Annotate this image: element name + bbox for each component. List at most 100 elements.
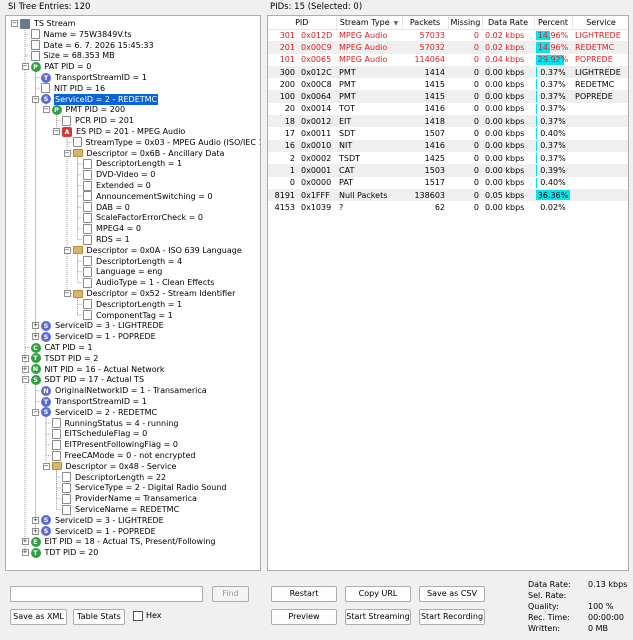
tree-node[interactable]: Descriptor = 0x6B - Ancillary Data	[72, 148, 226, 159]
collapse-icon[interactable]: −	[42, 462, 50, 470]
collapse-icon[interactable]: −	[32, 408, 39, 416]
tree-node[interactable]: T TSDT PID = 2	[30, 353, 100, 364]
hex-checkbox[interactable]	[133, 611, 143, 621]
tree-node[interactable]: Size = 68.353 MB	[30, 50, 116, 61]
save-as-csv-button[interactable]: Save as CSV	[419, 586, 485, 602]
tree-node[interactable]: ComponentTag = 1	[83, 310, 174, 321]
tree-node[interactable]: ProviderName = Transamerica	[62, 493, 198, 504]
table-row[interactable]: 4153 0x1039? 62 0 0.00 kbps 0.02%	[268, 201, 628, 213]
tree-node[interactable]: N OriginalNetworkID = 1 - Transamerica	[41, 385, 208, 396]
col-header-packets[interactable]: Packets	[402, 16, 449, 30]
tree-node[interactable]: N NIT PID = 16 - Actual Network	[30, 364, 166, 375]
si-tree[interactable]: TS Stream − Name = 75W3849V.ts Date = 6. 7.…	[5, 15, 261, 571]
expand-icon[interactable]: +	[32, 333, 39, 341]
col-header-stream-type[interactable]: Stream Type ▼	[336, 16, 403, 30]
start-streaming-button[interactable]: Start Streaming	[345, 609, 411, 625]
table-row[interactable]: 18 0x0012 EIT 1418 0 0.00 kbps 0.37%	[268, 115, 628, 128]
table-row[interactable]: 17 0x0011 SDT 1507 0 0.00 kbps 0.40%	[268, 127, 628, 139]
table-row[interactable]: 200 0x00C8 PMT 1415 0 0.00 kbps 0.37% REDETMC	[268, 78, 628, 90]
tree-node[interactable]: S ServiceID = 2 - REDETMC	[41, 407, 158, 418]
collapse-icon[interactable]: −	[11, 20, 18, 27]
tree-node[interactable]: S ServiceID = 1 - POPREDE	[41, 331, 157, 342]
tree-node[interactable]: S ServiceID = 1 - POPREDE	[41, 526, 157, 537]
tree-node[interactable]: Date = 6. 7. 2026 15:45:33	[30, 40, 155, 51]
tree-node[interactable]: ScaleFactorErrorCheck = 0	[83, 212, 204, 223]
collapse-icon[interactable]: −	[21, 63, 29, 71]
tree-node[interactable]: Descriptor = 0x0A - ISO 639 Language	[72, 245, 243, 256]
table-row[interactable]: 0 0x0000 PAT 1517 0 0.00 kbps 0.40%	[268, 177, 628, 189]
tree-node[interactable]: Descriptor = 0x48 - Service	[51, 461, 178, 472]
expand-icon[interactable]: +	[21, 354, 29, 362]
tree-node[interactable]: EITPresentFollowingFlag = 0	[51, 439, 179, 450]
tree-node[interactable]: PCR PID = 201	[62, 115, 135, 126]
table-stats-button[interactable]: Table Stats	[73, 609, 125, 625]
pid-table[interactable]: PID Stream Type ▼ Packets Missing Data Ra…	[267, 15, 629, 571]
find-button[interactable]: Find	[212, 586, 249, 602]
collapse-icon[interactable]: −	[63, 246, 71, 254]
expand-icon[interactable]: +	[21, 538, 29, 546]
tree-node[interactable]: DAB = 0	[83, 202, 131, 213]
tree-node[interactable]: NIT PID = 16	[41, 83, 106, 94]
collapse-icon[interactable]: −	[63, 149, 71, 157]
table-row[interactable]: 1 0x0001 CAT 1503 0 0.00 kbps 0.39%	[268, 164, 628, 177]
tree-node[interactable]: P PAT PID = 0	[30, 61, 93, 72]
tree-node[interactable]: T TransportStreamID = 1	[41, 396, 148, 407]
col-header-data-rate[interactable]: Data Rate	[482, 16, 535, 30]
table-row[interactable]: 201 0x00C9 MPEG Audio 57032 0 0.02 kbps 14.96%…	[268, 41, 628, 54]
collapse-icon[interactable]: −	[21, 376, 29, 384]
tree-node[interactable]: T TransportStreamID = 1	[41, 72, 148, 83]
tree-node[interactable]: A ES PID = 201 - MPEG Audio	[62, 126, 186, 137]
table-row[interactable]: 20 0x0014 TOT 1416 0 0.00 kbps 0.37%	[268, 103, 628, 115]
tree-node[interactable]: Language = eng	[83, 266, 163, 277]
expand-icon[interactable]: +	[32, 322, 39, 330]
expand-icon[interactable]: +	[21, 549, 29, 557]
col-header-missing[interactable]: Missing	[448, 16, 483, 30]
col-header-pid[interactable]: PID	[268, 16, 337, 30]
tree-node[interactable]: C CAT PID = 1	[30, 342, 94, 353]
tree-node[interactable]: DVD-Video = 0	[83, 169, 156, 180]
table-row[interactable]: 100 0x0064 PMT 1415 0 0.00 kbps 0.37% POPREDE	[268, 90, 628, 103]
tree-node[interactable]: DescriptorLength = 1	[83, 158, 183, 169]
collapse-icon[interactable]: −	[63, 290, 71, 297]
restart-button[interactable]: Restart	[271, 586, 337, 602]
tree-node[interactable]: DescriptorLength = 4	[83, 256, 183, 267]
table-row[interactable]: 2 0x0002 TSDT 1425 0 0.00 kbps 0.37%	[268, 152, 628, 164]
tree-node[interactable]: DescriptorLength = 22	[62, 472, 167, 483]
tree-node[interactable]: S ServiceID = 2 - REDETMC	[41, 93, 159, 105]
table-row[interactable]: 16 0x0010 NIT 1416 0 0.00 kbps 0.37%	[268, 139, 628, 152]
save-as-xml-button[interactable]: Save as XML	[10, 609, 67, 625]
tree-node[interactable]: EITScheduleFlag = 0	[51, 428, 149, 439]
collapse-icon[interactable]: −	[32, 95, 39, 103]
expand-icon[interactable]: +	[21, 365, 29, 373]
tree-node[interactable]: S ServiceID = 3 - LIGHTREDE	[41, 515, 165, 526]
expand-icon[interactable]: +	[32, 516, 39, 524]
expand-icon[interactable]: +	[32, 527, 39, 535]
tree-node[interactable]: E EIT PID = 18 - Actual TS, Present/Follo…	[30, 536, 217, 547]
tree-node[interactable]: Name = 75W3849V.ts	[30, 29, 133, 40]
col-header-percent[interactable]: Percent	[534, 16, 573, 30]
table-row[interactable]: 300 0x012C PMT 1414 0 0.00 kbps 0.37% LIGHTREDE	[268, 65, 628, 79]
collapse-icon[interactable]: −	[53, 128, 60, 135]
tree-node[interactable]: RunningStatus = 4 - running	[51, 418, 180, 429]
tree-node[interactable]: ServiceType = 2 - Digital Radio Sound	[62, 482, 228, 493]
table-row[interactable]: 8191 0x1FFF Null Packets 138603 0 0.05 kbps 36…	[268, 188, 628, 202]
table-row[interactable]: 101 0x0065 MPEG Audio 114064 0 0.04 kbps 29.92…	[268, 54, 628, 66]
tree-node[interactable]: FreeCAMode = 0 - not encrypted	[51, 450, 197, 461]
tree-node[interactable]: Descriptor = 0x52 - Stream Identifier	[72, 288, 237, 299]
copy-url-button[interactable]: Copy URL	[345, 586, 411, 602]
tree-node[interactable]: MPEG4 = 0	[83, 223, 142, 234]
tree-node[interactable]: DescriptorLength = 1	[83, 299, 183, 310]
find-input[interactable]	[10, 586, 203, 602]
col-header-service[interactable]: Service	[572, 16, 628, 30]
tree-node[interactable]: AnnouncementSwitching = 0	[83, 191, 214, 202]
tree-node[interactable]: TS Stream	[20, 18, 76, 29]
tree-node[interactable]: StreamType = 0x03 - MPEG Audio (ISO/IEC …	[72, 137, 260, 148]
tree-node[interactable]: T TDT PID = 20	[30, 547, 100, 558]
collapse-icon[interactable]: −	[42, 106, 50, 114]
tree-node[interactable]: ServiceName = REDETMC	[62, 504, 180, 515]
tree-node[interactable]: P PMT PID = 200	[51, 104, 127, 115]
tree-node[interactable]: S ServiceID = 3 - LIGHTREDE	[41, 320, 165, 331]
tree-node[interactable]: RDS = 1	[83, 234, 131, 245]
tree-node[interactable]: AudioType = 1 - Clean Effects	[83, 277, 215, 288]
preview-button[interactable]: Preview	[271, 609, 337, 625]
